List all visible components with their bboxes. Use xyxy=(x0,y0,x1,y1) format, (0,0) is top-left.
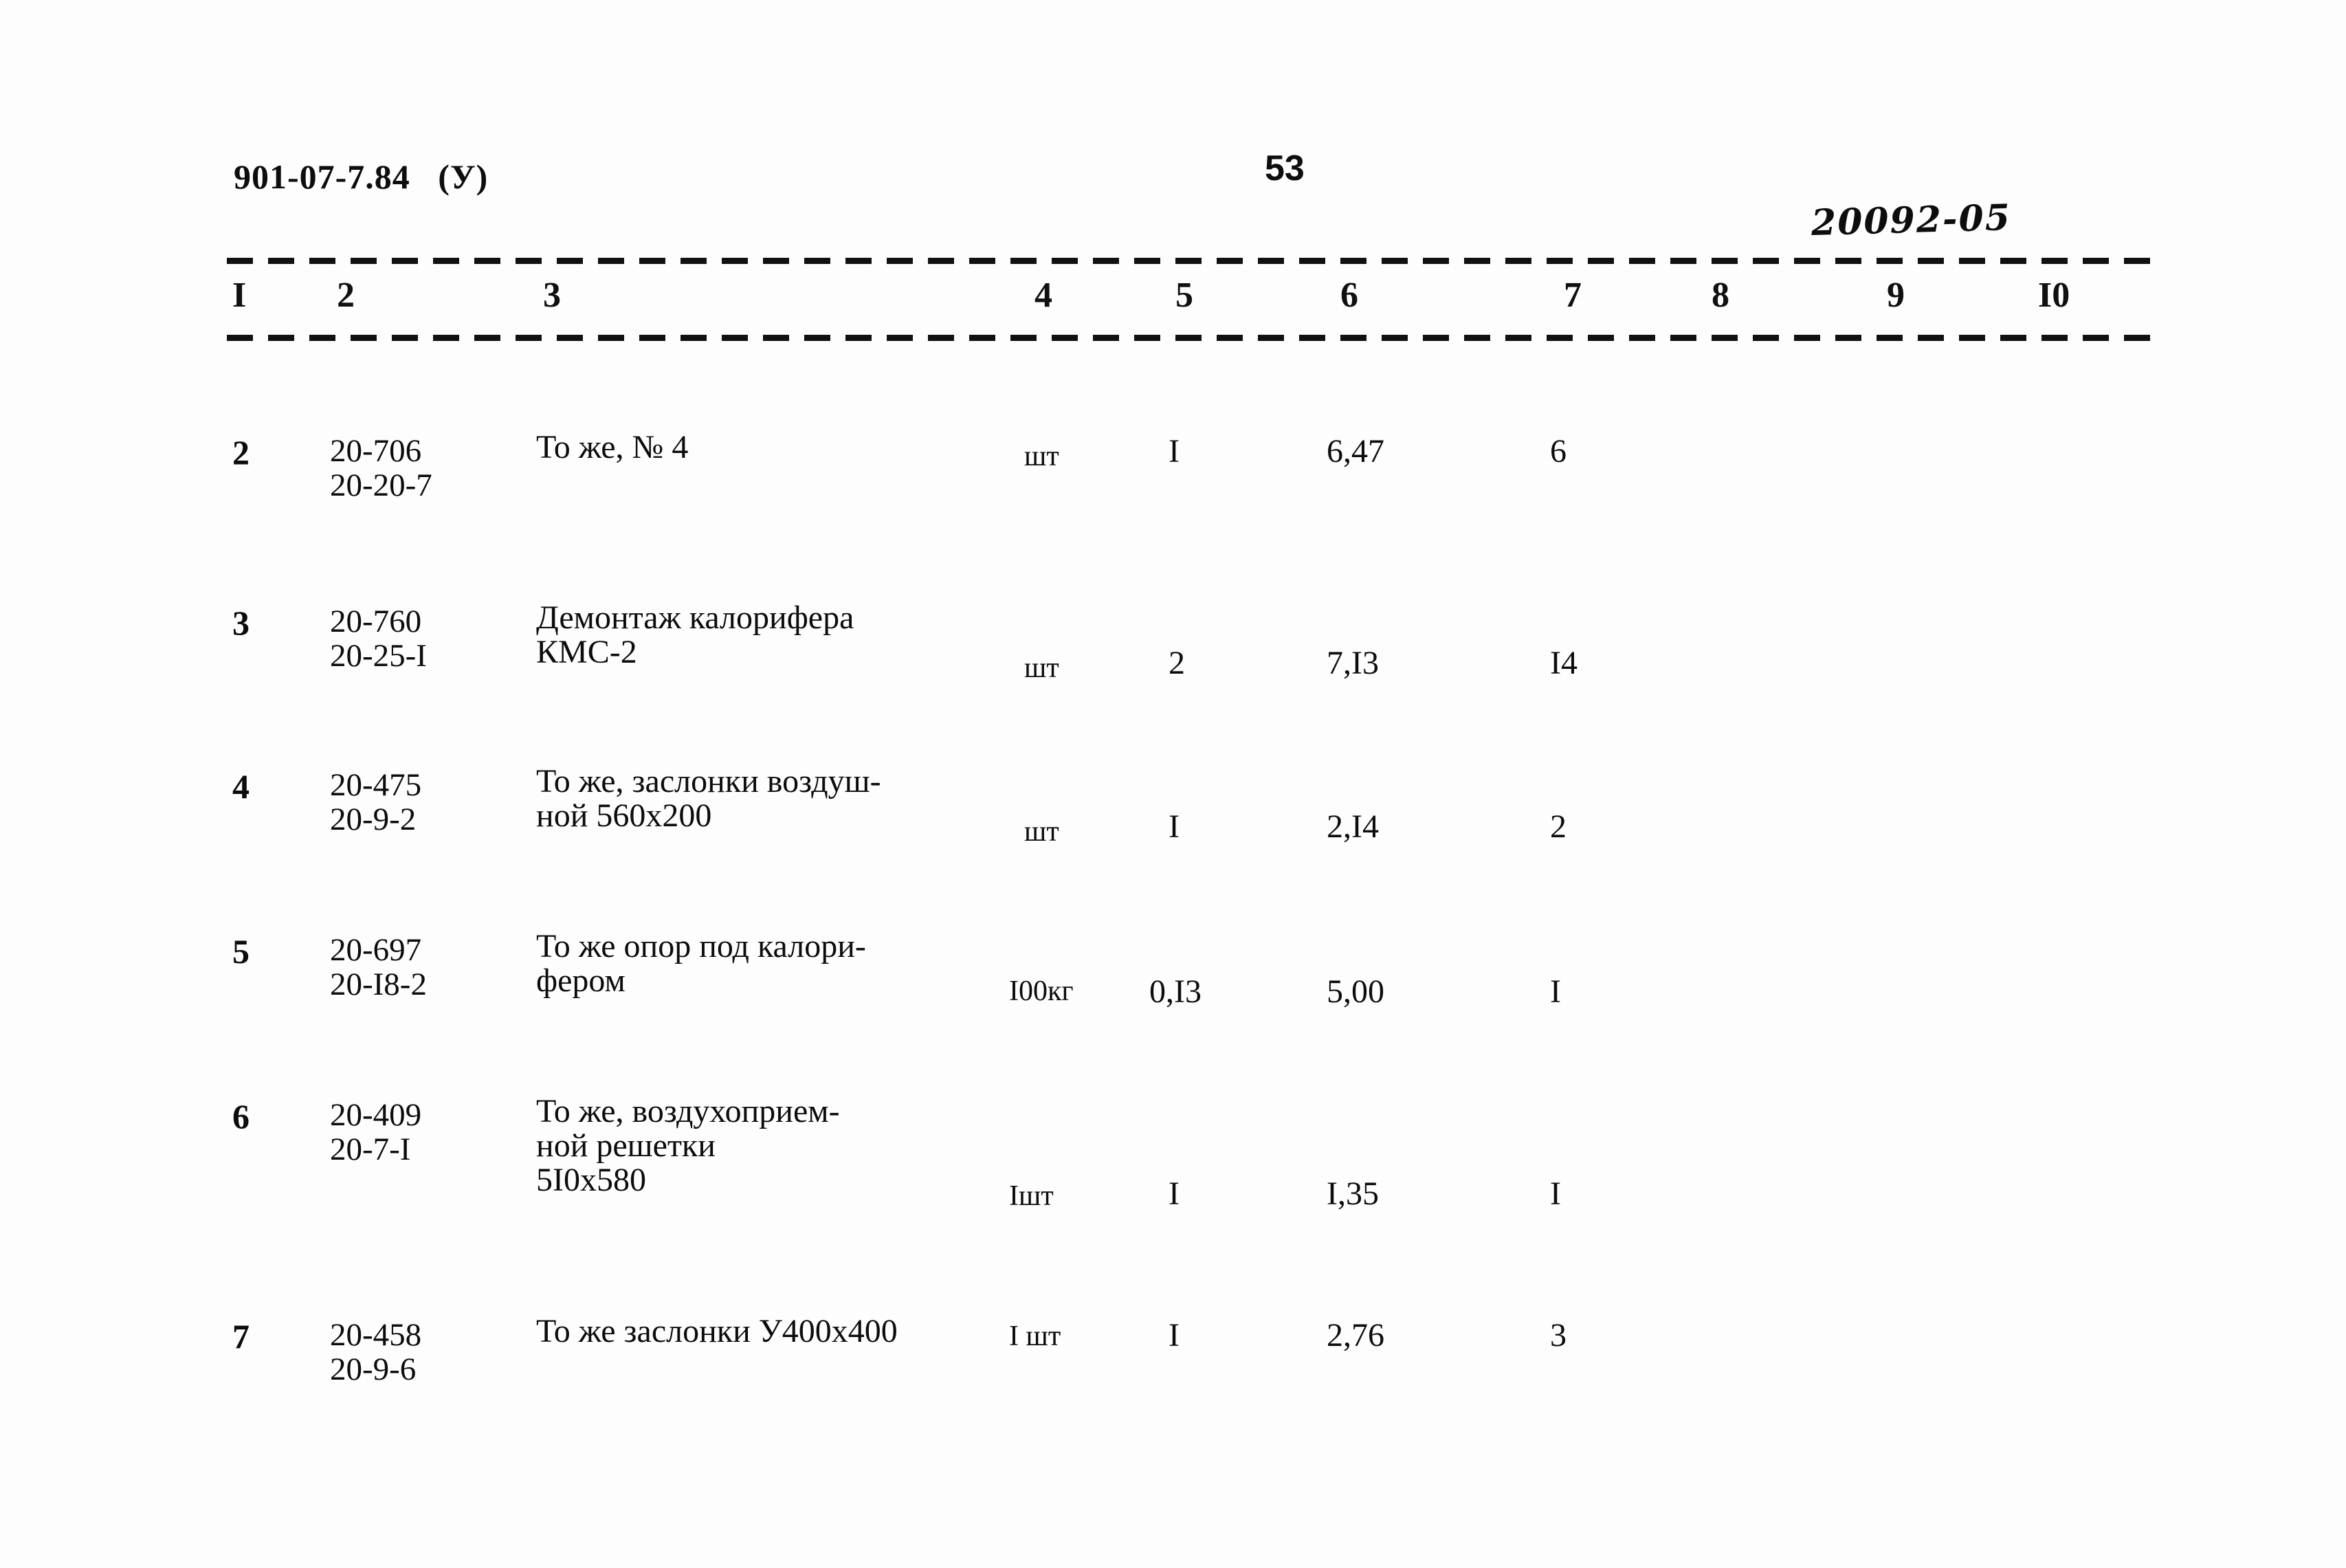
row-quantity: I xyxy=(1169,1175,1180,1212)
row-description-3: 5I0х580 xyxy=(536,1162,646,1198)
column-header-7: 7 xyxy=(1564,276,1582,315)
row-unit: шт xyxy=(1024,652,1059,684)
row-unit: Iшт xyxy=(1009,1180,1054,1212)
column-header-9: 9 xyxy=(1887,276,1905,315)
row-code-line-2: 20-9-2 xyxy=(330,802,417,837)
row-number: 2 xyxy=(232,433,250,472)
row-code-line-1: 20-475 xyxy=(330,767,422,803)
row-total: 6 xyxy=(1550,433,1567,470)
row-description-2: КМС-2 xyxy=(536,634,637,670)
column-header-6: 6 xyxy=(1340,276,1358,315)
row-unit: I шт xyxy=(1009,1321,1061,1352)
column-header-2: 2 xyxy=(337,276,355,315)
row-code-line-2: 20-9-6 xyxy=(330,1351,417,1387)
row-number: 4 xyxy=(232,767,250,806)
row-quantity: I xyxy=(1169,808,1180,845)
row-description-1: То же опор под калори- xyxy=(536,928,866,964)
table-rule-bottom xyxy=(227,335,2151,341)
row-norm: 5,00 xyxy=(1327,973,1384,1010)
row-number: 5 xyxy=(232,932,250,971)
row-code-line-2: 20-20-7 xyxy=(330,467,432,503)
column-header-1: I xyxy=(232,276,247,315)
row-total: 2 xyxy=(1550,808,1567,845)
row-quantity: I xyxy=(1169,433,1180,470)
row-code-line-1: 20-706 xyxy=(330,433,422,469)
column-header-4: 4 xyxy=(1034,276,1052,315)
row-code-line-2: 20-7-I xyxy=(330,1131,411,1167)
row-norm: 6,47 xyxy=(1327,433,1384,470)
column-header-3: 3 xyxy=(543,276,561,315)
document-code: 901-07-7.84 (У) xyxy=(234,157,489,196)
table-rule-top xyxy=(227,258,2151,264)
row-unit: I00кг xyxy=(1009,975,1074,1007)
row-quantity: I xyxy=(1169,1317,1180,1354)
row-total: I4 xyxy=(1550,645,1578,681)
row-norm: 7,I3 xyxy=(1327,645,1379,681)
document-page: 901-07-7.84 (У) 53 20092-05 I 2 3 4 5 6 … xyxy=(0,0,2346,1568)
row-code-line-1: 20-458 xyxy=(330,1317,422,1353)
row-code-line-1: 20-409 xyxy=(330,1097,422,1133)
row-description-1: То же, заслонки воздуш- xyxy=(536,763,881,799)
column-header-8: 8 xyxy=(1712,276,1729,315)
row-quantity: 2 xyxy=(1169,645,1185,681)
handwritten-annotation: 20092-05 xyxy=(1811,196,2012,245)
row-norm: 2,76 xyxy=(1327,1317,1384,1354)
row-total: 3 xyxy=(1550,1317,1567,1354)
column-header-5: 5 xyxy=(1175,276,1193,315)
row-code-line-2: 20-25-I xyxy=(330,638,427,674)
row-number: 6 xyxy=(232,1097,250,1136)
row-description-1: То же заслонки У400х400 xyxy=(536,1313,898,1349)
row-code-line-1: 20-760 xyxy=(330,604,422,639)
row-code-line-1: 20-697 xyxy=(330,932,422,968)
row-code-line-2: 20-I8-2 xyxy=(330,967,427,1002)
row-norm: 2,I4 xyxy=(1327,808,1379,845)
row-unit: шт xyxy=(1024,816,1059,848)
column-header-10: I0 xyxy=(2038,276,2070,315)
row-description-1: То же, № 4 xyxy=(536,429,689,465)
page-number: 53 xyxy=(1265,148,1305,188)
row-description-2: фером xyxy=(536,962,626,999)
row-description-2: ной 560х200 xyxy=(536,797,712,834)
row-number: 7 xyxy=(232,1317,250,1356)
row-description-2: ной решетки xyxy=(536,1127,716,1164)
row-description-1: То же, воздухоприем- xyxy=(536,1093,840,1129)
row-total: I xyxy=(1550,1175,1561,1212)
row-number: 3 xyxy=(232,604,250,642)
row-quantity: 0,I3 xyxy=(1149,973,1202,1010)
row-total: I xyxy=(1550,973,1561,1010)
row-unit: шт xyxy=(1024,441,1059,472)
row-description-1: Демонтаж калорифера xyxy=(536,599,854,636)
row-norm: I,35 xyxy=(1327,1175,1379,1212)
